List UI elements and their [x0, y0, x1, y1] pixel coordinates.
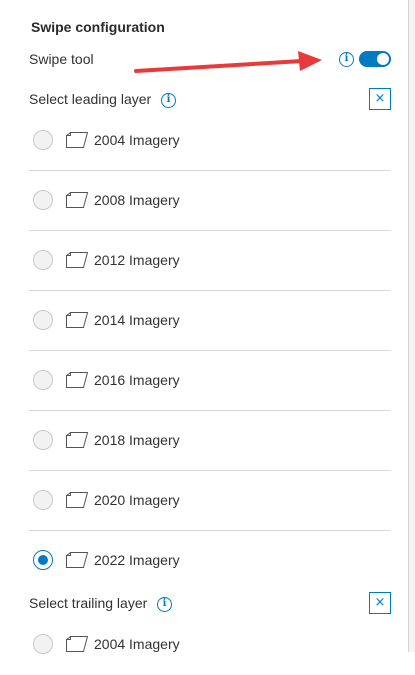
leading-layer-header: Select leading layer i ×	[29, 88, 391, 112]
info-icon[interactable]: i	[339, 52, 354, 67]
clear-leading-layer-button[interactable]: ×	[369, 88, 391, 110]
trailing-layer-list: 2004 Imagery	[29, 615, 391, 675]
layer-radio[interactable]	[33, 490, 53, 510]
annotation-arrow-icon	[134, 51, 322, 73]
scrollbar-track[interactable]	[409, 0, 415, 652]
map-layer-icon	[65, 551, 89, 574]
map-layer-icon	[65, 311, 89, 334]
clear-trailing-layer-button[interactable]: ×	[369, 592, 391, 614]
map-layer-icon	[65, 431, 89, 454]
map-layer-icon	[65, 251, 89, 274]
toggle-knob	[377, 53, 389, 65]
layer-radio[interactable]	[33, 250, 53, 270]
swipe-configuration-panel: Swipe configuration Swipe tool i Select …	[0, 0, 409, 654]
layer-radio[interactable]	[33, 634, 53, 654]
layer-name: 2014 Imagery	[94, 312, 180, 328]
swipe-tool-toggle[interactable]	[359, 51, 391, 67]
layer-name: 2018 Imagery	[94, 432, 180, 448]
layer-name: 2012 Imagery	[94, 252, 180, 268]
layer-radio[interactable]	[33, 190, 53, 210]
layer-name: 2008 Imagery	[94, 192, 180, 208]
layer-name: 2020 Imagery	[94, 492, 180, 508]
trailing-layer-header: Select trailing layer i ×	[29, 592, 391, 616]
map-layer-icon	[65, 371, 89, 394]
info-icon[interactable]: i	[157, 597, 172, 612]
layer-radio[interactable]	[33, 370, 53, 390]
layer-item[interactable]: 2004 Imagery	[29, 615, 391, 675]
leading-layer-label: Select leading layer	[29, 91, 152, 107]
layer-item[interactable]: 2008 Imagery	[29, 171, 391, 231]
leading-layer-list: 2004 Imagery 2008 Imagery 2012 Imagery 2014…	[29, 111, 391, 591]
map-layer-icon	[65, 131, 89, 154]
layer-item[interactable]: 2020 Imagery	[29, 471, 391, 531]
layer-radio[interactable]	[33, 430, 53, 450]
layer-item[interactable]: 2012 Imagery	[29, 231, 391, 291]
section-title: Swipe configuration	[31, 19, 165, 35]
layer-item[interactable]: 2004 Imagery	[29, 111, 391, 171]
map-layer-icon	[65, 191, 89, 214]
layer-item[interactable]: 2022 Imagery	[29, 531, 391, 591]
swipe-tool-label: Swipe tool	[29, 51, 94, 67]
layer-radio[interactable]	[33, 130, 53, 150]
layer-name: 2004 Imagery	[94, 132, 180, 148]
layer-radio[interactable]	[33, 550, 53, 570]
layer-name: 2004 Imagery	[94, 636, 180, 652]
map-layer-icon	[65, 635, 89, 658]
trailing-layer-label: Select trailing layer	[29, 595, 148, 611]
map-layer-icon	[65, 491, 89, 514]
layer-radio[interactable]	[33, 310, 53, 330]
layer-item[interactable]: 2018 Imagery	[29, 411, 391, 471]
layer-item[interactable]: 2014 Imagery	[29, 291, 391, 351]
info-icon[interactable]: i	[161, 93, 176, 108]
layer-item[interactable]: 2016 Imagery	[29, 351, 391, 411]
layer-name: 2016 Imagery	[94, 372, 180, 388]
layer-name: 2022 Imagery	[94, 552, 180, 568]
